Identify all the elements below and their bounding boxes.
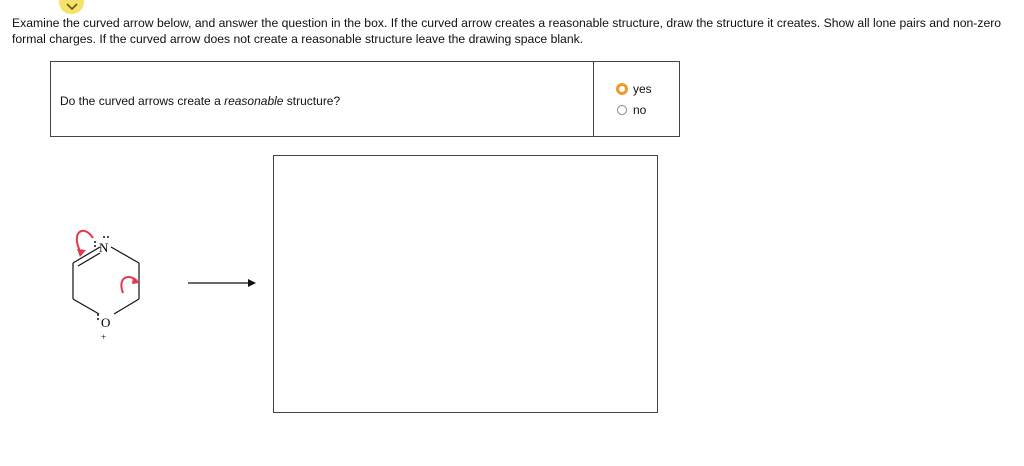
charge-o: + bbox=[101, 332, 106, 342]
molecule-structure: N O + bbox=[72, 229, 140, 342]
answer-options: yes no bbox=[594, 62, 679, 136]
question-text: Do the curved arrows create a reasonable… bbox=[60, 94, 340, 108]
question-suffix: structure? bbox=[283, 94, 341, 108]
lone-pair-dot bbox=[94, 245, 96, 247]
instructions-text: Examine the curved arrow below, and answ… bbox=[12, 16, 1002, 46]
question-emphasis: reasonable bbox=[224, 94, 284, 108]
question-box: Do the curved arrows create a reasonable… bbox=[50, 61, 680, 137]
option-yes-label: yes bbox=[633, 82, 652, 96]
lone-pair-dot bbox=[97, 318, 99, 320]
option-no[interactable]: no bbox=[617, 103, 646, 117]
drawing-space-canvas[interactable] bbox=[273, 155, 658, 413]
atom-o: O bbox=[101, 315, 110, 330]
bond-c3-c4 bbox=[113, 298, 140, 315]
radio-no[interactable] bbox=[617, 105, 627, 115]
radio-yes[interactable] bbox=[616, 83, 628, 95]
question-prefix: Do the curved arrows create a bbox=[60, 94, 225, 108]
question-page: Examine the curved arrow below, and answ… bbox=[0, 0, 1024, 466]
bond-n-c2 bbox=[110, 246, 140, 264]
lone-pair-dot bbox=[103, 236, 105, 238]
lone-pair-dot bbox=[107, 236, 109, 238]
lone-pair-dot bbox=[97, 314, 99, 316]
question-cell: Do the curved arrows create a reasonable… bbox=[51, 62, 594, 136]
collapse-toggle-button[interactable] bbox=[59, 0, 84, 14]
reaction-arrow-icon bbox=[188, 279, 256, 287]
option-no-label: no bbox=[633, 103, 647, 117]
atom-n: N bbox=[99, 240, 109, 255]
chevron-down-icon bbox=[65, 3, 78, 11]
bond-o-c5 bbox=[72, 298, 100, 315]
lone-pair-dot bbox=[94, 241, 96, 243]
option-yes[interactable]: yes bbox=[616, 82, 652, 96]
